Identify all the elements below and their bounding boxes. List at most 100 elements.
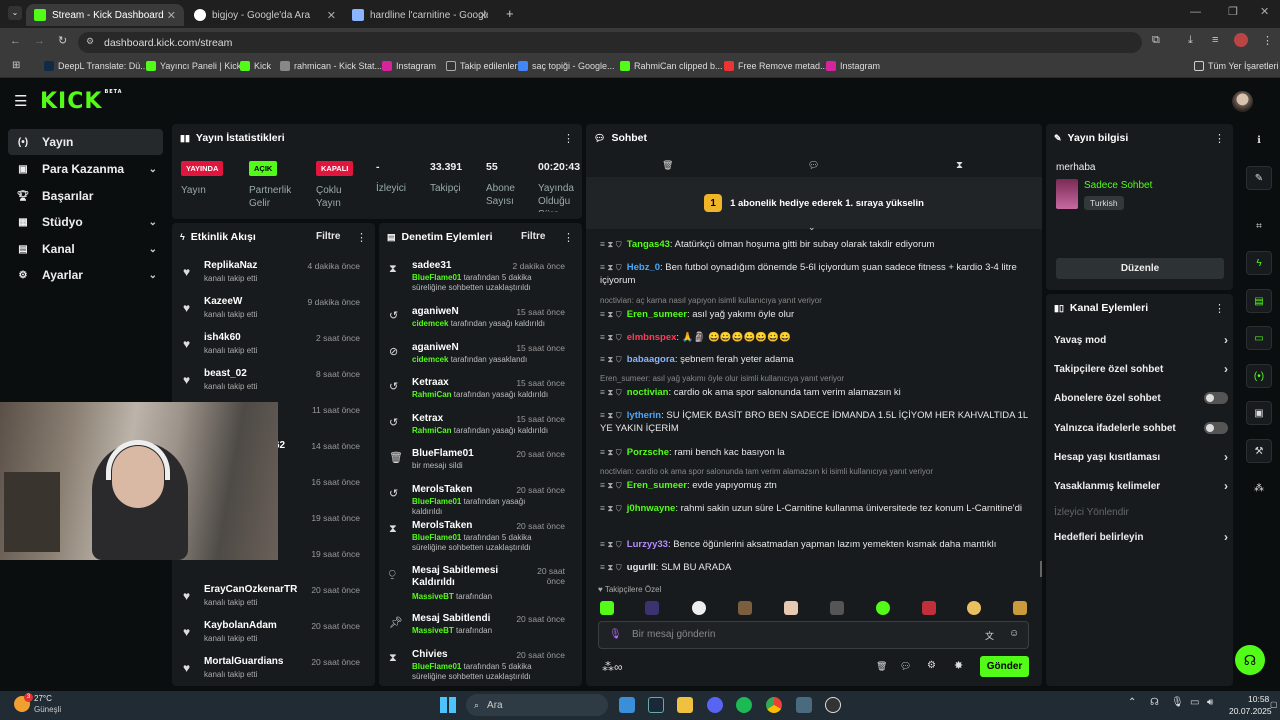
- send-button[interactable]: Gönder: [980, 656, 1029, 677]
- close-tab-icon[interactable]: ✕: [167, 9, 176, 22]
- user-avatar[interactable]: [1232, 91, 1253, 112]
- bookmark-kick[interactable]: Kick: [240, 61, 271, 71]
- volume-icon[interactable]: 🔊︎: [1207, 697, 1213, 708]
- obs-icon[interactable]: [825, 697, 841, 713]
- action-slow-mode[interactable]: Yavaş mod ›: [1054, 330, 1228, 350]
- trash-icon[interactable]: 🗑︎: [876, 661, 887, 672]
- action-followers-only[interactable]: Takipçilere özel sohbet ›: [1054, 359, 1228, 379]
- sidebar-item-monetization[interactable]: ▣ Para Kazanma ⌄: [8, 156, 163, 182]
- bookmark-instagram[interactable]: Instagram: [382, 61, 436, 71]
- tray-chevron-icon[interactable]: ⌃: [1128, 697, 1136, 708]
- tag-pill[interactable]: Turkish: [1084, 196, 1124, 210]
- extensions-icon[interactable]: ⧉: [1152, 34, 1160, 47]
- minimize-icon[interactable]: —: [1190, 6, 1201, 18]
- document-icon[interactable]: ▤: [1246, 289, 1272, 313]
- emote[interactable]: [922, 601, 936, 615]
- bookmark-kick-panel[interactable]: Yayıncı Paneli | Kick: [146, 61, 241, 71]
- reading-list-icon[interactable]: ≡: [1212, 34, 1218, 46]
- sidebar-item-studio[interactable]: ▦ Stüdyo ⌄: [8, 209, 163, 235]
- discord-icon[interactable]: [707, 697, 723, 713]
- gear-icon[interactable]: ⚙: [927, 660, 936, 671]
- category-link[interactable]: Sadece Sohbet: [1084, 180, 1152, 191]
- emoji-icon[interactable]: ☺: [1009, 628, 1019, 639]
- lightning-icon[interactable]: ϟ: [1246, 251, 1272, 275]
- reload-icon[interactable]: ↻: [58, 34, 67, 47]
- app-icon[interactable]: [796, 697, 812, 713]
- trash-icon[interactable]: 🗑︎: [662, 160, 673, 171]
- bookmark-kick-stats[interactable]: rahmican - Kick Stat...: [280, 61, 382, 71]
- emote[interactable]: [967, 601, 981, 615]
- chat-input[interactable]: 🎙︎ Bir mesaj gönderin 文 ☺: [598, 621, 1029, 649]
- kick-logo[interactable]: KICK BETA: [40, 89, 123, 114]
- emote[interactable]: [830, 601, 844, 615]
- bookmark-deepl[interactable]: DeepL Translate: Dü...: [44, 61, 148, 71]
- back-icon[interactable]: ←: [10, 35, 21, 47]
- emote[interactable]: [876, 601, 890, 615]
- sidebar-item-stream[interactable]: (•) Yayın: [8, 129, 163, 155]
- bookmark-instagram-2[interactable]: Instagram: [826, 61, 880, 71]
- emote[interactable]: [738, 601, 752, 615]
- download-icon[interactable]: ⤓: [1188, 34, 1193, 47]
- browser-tab-google-bigjoy[interactable]: bigjoy - Google'da Ara ✕: [186, 4, 344, 26]
- more-options-icon[interactable]: ⋮: [563, 132, 574, 145]
- file-explorer-icon[interactable]: [677, 697, 693, 713]
- edit-icon[interactable]: ✎: [1246, 166, 1272, 190]
- channel-icon[interactable]: ▣: [1246, 401, 1272, 425]
- steam-icon[interactable]: [648, 697, 664, 713]
- site-info-icon[interactable]: ⚙: [86, 36, 94, 47]
- start-windows-icon[interactable]: [440, 697, 456, 713]
- action-set-goals[interactable]: Hedefleri belirleyin ›: [1054, 527, 1228, 547]
- chat-username[interactable]: ugurlll: [627, 562, 656, 573]
- pinned-expand-icon[interactable]: ⌄: [808, 222, 816, 233]
- notifications-icon[interactable]: ▢: [1270, 700, 1278, 709]
- emote[interactable]: [600, 601, 614, 615]
- chat-username[interactable]: babaagora: [627, 354, 675, 365]
- filter-button[interactable]: Filtre: [316, 231, 340, 242]
- emote[interactable]: [692, 601, 706, 615]
- headset-icon[interactable]: ☊: [1150, 697, 1159, 708]
- chat-username[interactable]: elmbnspex: [627, 332, 677, 343]
- tab-list-dropdown-icon[interactable]: ⌄: [8, 6, 22, 20]
- taskview-icon[interactable]: [619, 697, 635, 713]
- sidebar-item-settings[interactable]: ⚙ Ayarlar ⌄: [8, 262, 163, 288]
- clock-date[interactable]: 20.07.2025: [1229, 706, 1272, 716]
- action-banned-words[interactable]: Yasaklanmış kelimeler ›: [1054, 476, 1228, 496]
- chat-username[interactable]: j0hnwayne: [627, 503, 676, 514]
- more-options-icon[interactable]: ⋮: [1214, 132, 1225, 145]
- taskbar-search[interactable]: ⌕ Ara: [466, 694, 608, 716]
- chat-bubble-icon[interactable]: ▭: [1246, 326, 1272, 350]
- bookmark-clipped[interactable]: RahmiCan clipped b...: [620, 61, 723, 71]
- support-headset-icon[interactable]: ☊: [1235, 645, 1265, 675]
- edit-button[interactable]: Düzenle: [1056, 258, 1224, 279]
- wrench-icon[interactable]: ⚒: [1246, 439, 1272, 463]
- more-options-icon[interactable]: ⋮: [563, 231, 574, 244]
- clock-time[interactable]: 10:58: [1248, 694, 1269, 704]
- browser-tab-google-carnitine[interactable]: hardline l'carnitine - Google Al ✕: [344, 4, 496, 26]
- spotify-icon[interactable]: [736, 697, 752, 713]
- emote[interactable]: [1013, 601, 1027, 615]
- chat-username[interactable]: noctivian: [627, 387, 669, 398]
- close-tab-icon[interactable]: ✕: [327, 9, 336, 22]
- bookmark-followed[interactable]: Takip edilenler: [446, 61, 518, 71]
- sidebar-item-achievements[interactable]: 🏆︎ Başarılar: [8, 183, 163, 209]
- chat-username[interactable]: Hebz_0: [627, 262, 660, 273]
- subscribers-only-toggle[interactable]: [1204, 392, 1228, 404]
- all-bookmarks-folder[interactable]: Tüm Yer İşaretleri: [1194, 61, 1279, 71]
- chat-scrollbar[interactable]: [1040, 561, 1042, 577]
- broadcast-icon[interactable]: (•): [1246, 364, 1272, 388]
- apps-grid-icon[interactable]: ⊞: [12, 60, 20, 71]
- chat-bubble-icon[interactable]: 💬︎: [808, 160, 819, 171]
- more-options-icon[interactable]: ⋮: [356, 231, 367, 244]
- close-window-icon[interactable]: ✕: [1260, 5, 1269, 18]
- profile-avatar[interactable]: [1234, 33, 1248, 47]
- chat-username[interactable]: Eren_sumeer: [627, 309, 687, 320]
- microphone-icon[interactable]: 🎙︎: [609, 629, 622, 640]
- chat-bubble-icon[interactable]: 💬︎: [900, 661, 911, 672]
- network-icon[interactable]: ▭: [1190, 697, 1199, 708]
- forward-icon[interactable]: →: [34, 35, 45, 47]
- info-icon[interactable]: ℹ: [1246, 128, 1272, 152]
- chat-username[interactable]: Lurzyy33: [627, 539, 668, 550]
- microphone-icon[interactable]: 🎙︎: [1171, 697, 1184, 708]
- hourglass-icon[interactable]: ⧗: [956, 160, 963, 171]
- emote[interactable]: [645, 601, 659, 615]
